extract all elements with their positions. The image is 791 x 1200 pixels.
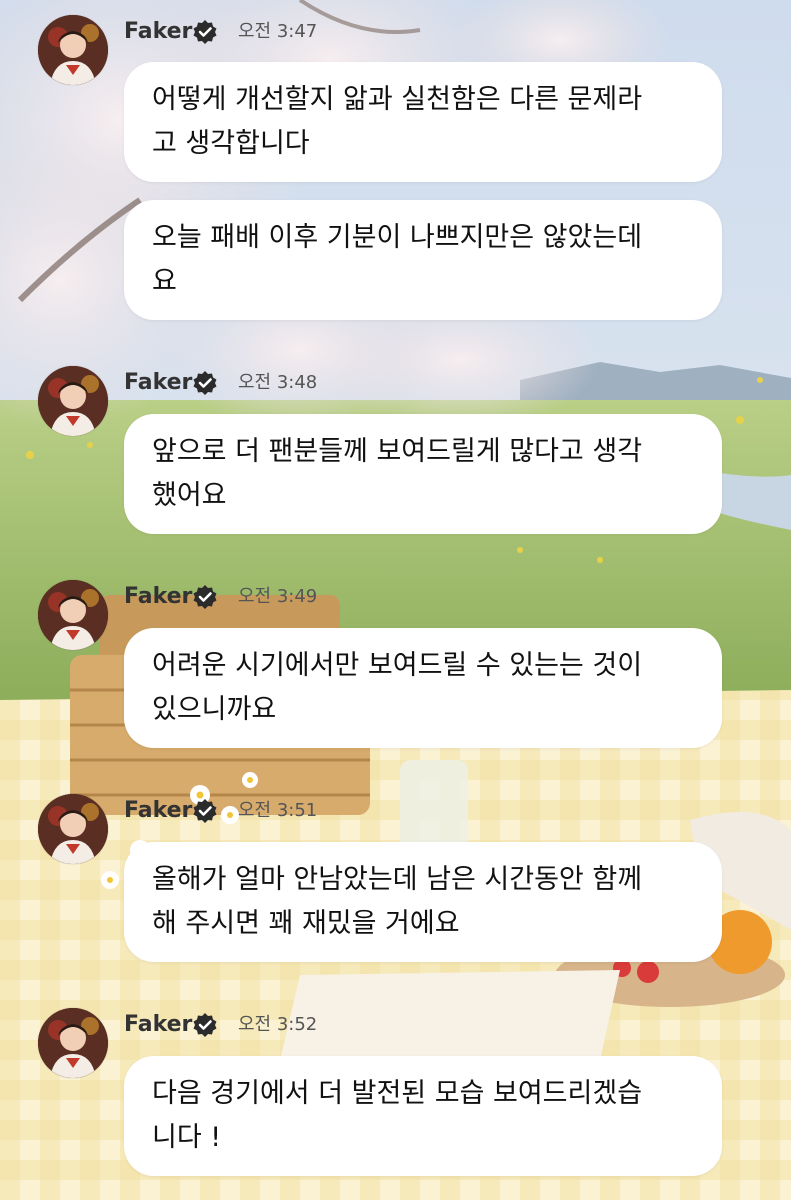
- message-time: 오전 3:49: [238, 586, 318, 607]
- sender-name: Faker: [124, 370, 193, 395]
- bubble-line: 해 주시면 꽤 재밌을 거에요: [152, 908, 460, 939]
- chat-bubble[interactable]: 오늘 패배 이후 기분이 나쁘지만은 않았는데 요: [124, 200, 722, 320]
- sender-name: Faker: [124, 798, 193, 823]
- verified-badge-icon: [192, 798, 218, 824]
- message-time: 오전 3:52: [238, 1014, 318, 1035]
- bubble-line: 요: [152, 266, 177, 297]
- verified-badge-icon: [192, 584, 218, 610]
- bubble-line: 했어요: [152, 480, 227, 511]
- bubble-line: 어떻게 개선할지 앎과 실천함은 다른 문제라: [152, 84, 643, 115]
- bubble-line: 있으니까요: [152, 694, 277, 725]
- chat-bubble[interactable]: 앞으로 더 팬분들께 보여드릴게 많다고 생각 했어요: [124, 414, 722, 534]
- profile-avatar[interactable]: [38, 366, 108, 436]
- chat-bubble[interactable]: 다음 경기에서 더 발전된 모습 보여드리겠습 니다 !: [124, 1056, 722, 1176]
- message-time: 오전 3:47: [238, 21, 318, 42]
- profile-avatar[interactable]: [38, 794, 108, 864]
- sender-name: Faker: [124, 19, 193, 44]
- verified-badge-icon: [192, 1012, 218, 1038]
- bubble-line: 다음 경기에서 더 발전된 모습 보여드리겠습: [152, 1078, 643, 1109]
- bubble-line: 오늘 패배 이후 기분이 나쁘지만은 않았는데: [152, 222, 643, 253]
- bubble-line: 니다 !: [152, 1122, 222, 1153]
- chat-bubble[interactable]: 올해가 얼마 안남았는데 남은 시간동안 함께 해 주시면 꽤 재밌을 거에요: [124, 842, 722, 962]
- bubble-line: 어려운 시기에서만 보여드릴 수 있는는 것이: [152, 650, 643, 681]
- profile-avatar[interactable]: [38, 15, 108, 85]
- bubble-line: 고 생각합니다: [152, 128, 310, 159]
- chat-bubble[interactable]: 어떻게 개선할지 앎과 실천함은 다른 문제라 고 생각합니다: [124, 62, 722, 182]
- chat-thread: Faker 오전 3:47 어떻게 개선할지 앎과 실천함은 다른 문제라 고 …: [0, 0, 791, 1200]
- message-time: 오전 3:51: [238, 800, 318, 821]
- message-time: 오전 3:48: [238, 372, 318, 393]
- sender-name: Faker: [124, 584, 193, 609]
- bubble-line: 올해가 얼마 안남았는데 남은 시간동안 함께: [152, 864, 643, 895]
- profile-avatar[interactable]: [38, 580, 108, 650]
- profile-avatar[interactable]: [38, 1008, 108, 1078]
- verified-badge-icon: [192, 19, 218, 45]
- sender-name: Faker: [124, 1012, 193, 1037]
- verified-badge-icon: [192, 370, 218, 396]
- bubble-line: 앞으로 더 팬분들께 보여드릴게 많다고 생각: [152, 436, 643, 467]
- chat-bubble[interactable]: 어려운 시기에서만 보여드릴 수 있는는 것이 있으니까요: [124, 628, 722, 748]
